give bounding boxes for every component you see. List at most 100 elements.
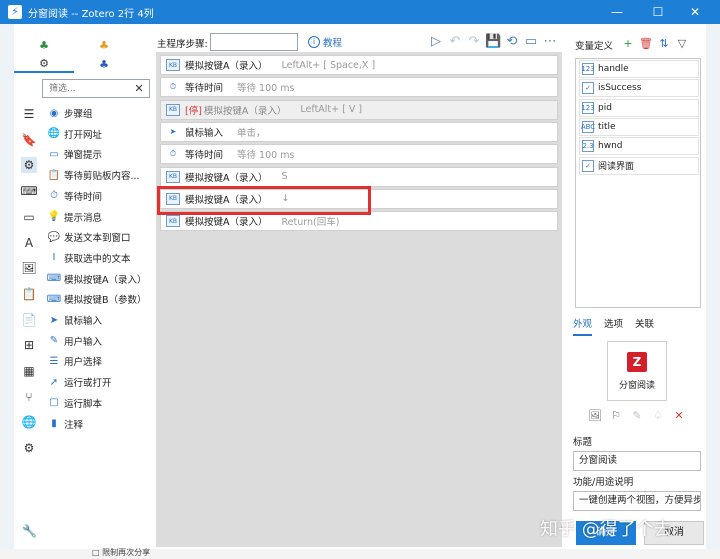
keyboard-icon[interactable]: ⌨ — [20, 183, 37, 199]
plugins-icon[interactable]: ♣ — [74, 55, 134, 73]
filter-input[interactable] — [43, 80, 131, 97]
step-type-item[interactable]: ☰ 用户选择 — [44, 351, 154, 371]
step-type-label: 运行或打开 — [64, 378, 112, 390]
step-type-item[interactable]: ➚ 运行或打开 — [44, 372, 154, 392]
step-type-item[interactable]: I 获取选中的文本 — [44, 248, 154, 268]
step-type-label: 等待时间 — [64, 191, 103, 203]
windows-icon[interactable]: ⊞ — [21, 337, 37, 353]
step-type-item[interactable]: ⏱ 等待时间 — [44, 186, 154, 206]
variable-row[interactable]: 2.3 hwnd — [579, 137, 699, 156]
step-type-item[interactable]: ⌨ 模拟按键B（参数） — [44, 289, 154, 309]
variable-name: pid — [598, 102, 612, 113]
image-icon[interactable]: 🖼 — [588, 409, 602, 423]
variable-row[interactable]: ✓ isSuccess — [579, 79, 699, 98]
step-type-item[interactable]: ⌨ 模拟按键A（录入） — [44, 269, 154, 289]
step-type-item[interactable]: ◉ 步骤组 — [44, 103, 154, 123]
flag-icon[interactable]: ⚐ — [609, 409, 623, 423]
menu-icon[interactable]: ☰ — [21, 106, 37, 122]
step-row[interactable]: KB 模拟按键A（录入） S — [160, 166, 558, 187]
triggers-icon[interactable]: ♣ — [74, 36, 134, 54]
tab-1[interactable]: 选项 — [604, 316, 623, 336]
gear-icon[interactable]: ⚙ — [21, 157, 37, 174]
tab-0[interactable]: 外观 — [573, 316, 593, 336]
maximize-button[interactable]: ☐ — [641, 0, 675, 24]
variable-row[interactable]: 123 pid — [579, 98, 699, 117]
description-field[interactable]: 一键创建两个视图，方便异步 — [573, 491, 701, 511]
mouse-pointer-icon: ➤ — [49, 314, 59, 326]
delete-variable-icon[interactable]: 🗑 — [639, 37, 653, 51]
history-icon[interactable]: ⟲ — [504, 33, 520, 51]
step-type-item[interactable]: ➤ 鼠标输入 — [44, 310, 154, 330]
title-bar: ⚡ 分窗阅读 -- Zotero 2行 4列 — ☐ ✕ — [0, 0, 720, 24]
redo-icon[interactable]: ↷ — [466, 33, 482, 51]
clear-filter-icon[interactable]: ✕ — [131, 82, 147, 95]
step-type-item[interactable]: ▮ 注释 — [44, 414, 154, 434]
window-icon[interactable]: ▭ — [21, 209, 37, 225]
minimize-button[interactable]: — — [600, 0, 634, 24]
step-type-item[interactable]: ▢ 运行脚本 — [44, 393, 154, 413]
title-field[interactable]: 分窗阅读 — [573, 451, 701, 471]
text-icon[interactable]: A — [21, 235, 37, 251]
disabled-tag: [停] — [185, 105, 202, 117]
step-row[interactable]: ⏱ 等待时间 等待 100 ms — [160, 77, 558, 98]
text-cursor-icon: I — [52, 252, 56, 264]
branch-icon[interactable]: ⑂ — [21, 389, 37, 405]
image-icon[interactable]: 🖼 — [21, 260, 37, 276]
step-type-label: 用户输入 — [64, 336, 103, 348]
step-type-label: 步骤组 — [64, 109, 93, 120]
bookmark-icon[interactable]: 🔖 — [21, 132, 37, 148]
document-icon[interactable]: 📄 — [21, 312, 37, 328]
step-type-label: 弹窗提示 — [64, 150, 103, 162]
add-variable-icon[interactable]: + — [621, 37, 635, 51]
pen-icon[interactable]: ✎ — [630, 409, 644, 423]
step-row[interactable]: KB [停] 模拟按键A（录入） LeftAlt+ [ V ] — [160, 99, 558, 120]
step-param: LeftAlt+ [ V ] — [300, 104, 363, 116]
tab-2[interactable]: 关联 — [635, 316, 654, 336]
step-row[interactable]: KB 模拟按键A（录入） LeftAlt+ [ Space,X ] — [160, 55, 558, 75]
timer-icon: ⏱ — [169, 149, 177, 159]
shirt-icon[interactable]: ♤ — [651, 409, 665, 423]
comment-icon[interactable]: ▭ — [523, 33, 539, 51]
appearance-preview[interactable]: Z 分窗阅读 — [607, 341, 667, 401]
step-type-item[interactable]: ▭ 弹窗提示 — [44, 144, 154, 164]
step-type-item[interactable]: 💡 提示消息 — [44, 207, 154, 227]
remove-icon[interactable]: ✕ — [672, 409, 686, 423]
step-type-label: 注释 — [64, 419, 84, 431]
popup-icon: ▭ — [49, 148, 59, 160]
wrench-icon[interactable]: 🔧 — [22, 524, 37, 538]
filter-icon[interactable]: ▽ — [675, 37, 689, 51]
clipboard-icon[interactable]: 📋 — [21, 286, 37, 302]
step-name: 鼠标输入 — [185, 127, 224, 139]
variable-name: hwnd — [598, 141, 623, 152]
variable-row[interactable]: ABC title — [579, 117, 699, 136]
description-label: 功能/用途说明 — [573, 477, 634, 488]
step-type-item[interactable]: 💬 发送文本到窗口 — [44, 227, 154, 247]
checkbox-icon: ✓ — [582, 82, 594, 95]
step-type-item[interactable]: 🌐 打开网址 — [44, 124, 154, 144]
step-param: S — [281, 171, 288, 182]
main-steps-input[interactable] — [210, 33, 298, 51]
step-type-item[interactable]: ✎ 用户输入 — [44, 331, 154, 351]
run-icon[interactable]: ▷ — [428, 33, 444, 51]
step-type-item[interactable]: 📋 等待剪贴板内容... — [44, 165, 154, 185]
close-button[interactable]: ✕ — [678, 0, 712, 24]
grid-icon[interactable]: ▦ — [21, 363, 37, 379]
tutorial-label: 教程 — [323, 38, 343, 49]
save-icon[interactable]: 💾 — [485, 33, 501, 51]
settings-cog-icon[interactable]: ⚙ — [14, 55, 74, 73]
tutorial-link[interactable]: i 教程 — [308, 35, 342, 49]
variable-row[interactable]: ✓ 阅读界面 — [579, 156, 699, 175]
actions-icon[interactable]: ♣ — [14, 36, 74, 54]
step-row[interactable]: ➤ 鼠标输入 单击， — [160, 121, 558, 142]
undo-icon[interactable]: ↶ — [447, 33, 463, 51]
globe-icon[interactable]: 🌐 — [21, 414, 37, 430]
lightning-icon: ⚡ — [8, 5, 22, 19]
variable-row[interactable]: 123 handle — [579, 60, 699, 78]
cogs-icon[interactable]: ⚙ — [21, 440, 37, 456]
step-row[interactable]: ⏱ 等待时间 等待 100 ms — [160, 144, 558, 165]
step-name: 等待时间 — [185, 150, 224, 162]
more-icon[interactable]: ⋯ — [542, 33, 558, 51]
mouse-pointer-icon: ➤ — [169, 127, 177, 137]
message-icon: 💡 — [47, 211, 61, 222]
sort-icon[interactable]: ⇅ — [657, 37, 671, 51]
